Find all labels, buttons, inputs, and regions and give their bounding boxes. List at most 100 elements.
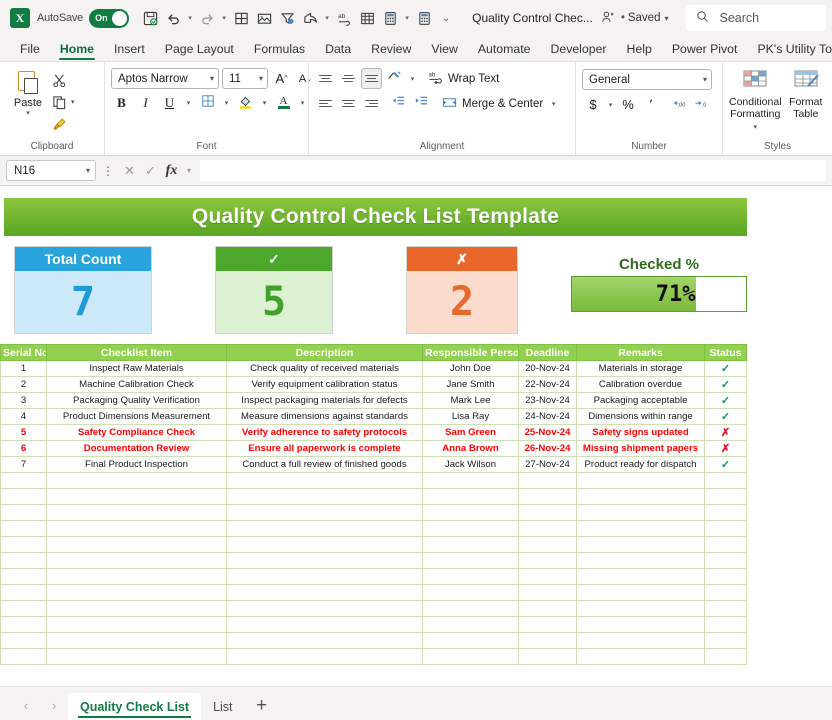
chevron-down-icon[interactable]: ▾ xyxy=(182,160,196,181)
cell-person[interactable]: John Doe xyxy=(422,360,519,377)
name-box[interactable]: N16 ▾ xyxy=(6,160,96,181)
table-empty-row[interactable] xyxy=(0,584,747,601)
table-empty-row[interactable] xyxy=(0,648,747,665)
cell-serial[interactable]: 3 xyxy=(0,392,47,409)
autosave-toggle[interactable]: On xyxy=(89,8,130,28)
cell-empty[interactable] xyxy=(422,584,519,601)
confirm-entry-icon[interactable]: ✓ xyxy=(140,160,161,181)
calculator-icon[interactable] xyxy=(379,6,401,30)
cell-item[interactable]: Machine Calibration Check xyxy=(46,376,227,393)
pivot-table-icon[interactable] xyxy=(356,6,378,30)
tab-help[interactable]: Help xyxy=(617,40,662,61)
align-top-button[interactable] xyxy=(315,68,336,89)
col-responsible-person[interactable]: Responsible Person xyxy=(422,344,519,361)
cell-serial[interactable]: 1 xyxy=(0,360,47,377)
align-right-button[interactable] xyxy=(361,93,382,114)
cell-empty[interactable] xyxy=(0,632,47,649)
cell-empty[interactable] xyxy=(518,536,577,553)
cell-empty[interactable] xyxy=(0,504,47,521)
cell-empty[interactable] xyxy=(422,616,519,633)
cell-empty[interactable] xyxy=(422,568,519,585)
tab-power-pivot[interactable]: Power Pivot xyxy=(662,40,748,61)
cell-deadline[interactable]: 27-Nov-24 xyxy=(518,456,577,473)
cell-empty[interactable] xyxy=(226,632,423,649)
merge-dropdown-icon[interactable]: ▾ xyxy=(548,93,559,114)
cell-description[interactable]: Measure dimensions against standards xyxy=(226,408,423,425)
fill-color-button[interactable] xyxy=(235,92,256,113)
cell-empty[interactable] xyxy=(576,552,705,569)
tab-formulas[interactable]: Formulas xyxy=(244,40,315,61)
calculator-dropdown-icon[interactable]: ▾ xyxy=(402,6,412,30)
paste-button[interactable]: Paste ▾ xyxy=(6,68,50,117)
cancel-entry-icon[interactable]: ✕ xyxy=(119,160,140,181)
cell-description[interactable]: Inspect packaging materials for defects xyxy=(226,392,423,409)
cell-empty[interactable] xyxy=(226,584,423,601)
cell-remarks[interactable]: Product ready for dispatch xyxy=(576,456,705,473)
cell-empty[interactable] xyxy=(704,504,747,521)
document-title[interactable]: Quality Control Chec... xyxy=(472,11,593,25)
cell-empty[interactable] xyxy=(226,600,423,617)
cell-empty[interactable] xyxy=(704,488,747,505)
cell-empty[interactable] xyxy=(46,520,227,537)
cell-description[interactable]: Conduct a full review of finished goods xyxy=(226,456,423,473)
table-row[interactable]: 3 Packaging Quality Verification Inspect p… xyxy=(0,392,747,409)
cell-empty[interactable] xyxy=(46,552,227,569)
share-icon[interactable] xyxy=(299,6,321,30)
cell-empty[interactable] xyxy=(704,648,747,665)
cell-empty[interactable] xyxy=(704,616,747,633)
formula-input[interactable] xyxy=(200,160,826,181)
cell-empty[interactable] xyxy=(422,632,519,649)
cell-empty[interactable] xyxy=(518,520,577,537)
col-deadline[interactable]: Deadline xyxy=(518,344,577,361)
comma-style-button[interactable]: ٬ xyxy=(640,94,662,115)
table-row[interactable]: 1 Inspect Raw Materials Check quality of r… xyxy=(0,360,747,377)
number-format-combo[interactable]: General ▾ xyxy=(582,69,712,90)
cell-empty[interactable] xyxy=(576,488,705,505)
tab-file[interactable]: File xyxy=(10,40,50,61)
cell-empty[interactable] xyxy=(704,584,747,601)
cell-deadline[interactable]: 26-Nov-24 xyxy=(518,440,577,457)
cell-description[interactable]: Ensure all paperwork is complete xyxy=(226,440,423,457)
sheet-tab-list[interactable]: List xyxy=(201,693,244,720)
col-remarks[interactable]: Remarks xyxy=(576,344,705,361)
conditional-formatting-button[interactable]: Conditional Formatting ▾ xyxy=(729,68,782,134)
cell-person[interactable]: Jane Smith xyxy=(422,376,519,393)
cell-empty[interactable] xyxy=(226,616,423,633)
cell-empty[interactable] xyxy=(576,472,705,489)
table-empty-row[interactable] xyxy=(0,552,747,569)
cell-serial[interactable]: 6 xyxy=(0,440,47,457)
wrap-text-button[interactable]: ab Wrap Text xyxy=(428,68,503,89)
cell-empty[interactable] xyxy=(226,472,423,489)
increase-indent-button[interactable] xyxy=(411,93,432,114)
tab-developer[interactable]: Developer xyxy=(540,40,616,61)
cell-empty[interactable] xyxy=(518,472,577,489)
cell-remarks[interactable]: Calibration overdue xyxy=(576,376,705,393)
cell-empty[interactable] xyxy=(422,488,519,505)
cell-empty[interactable] xyxy=(0,648,47,665)
insert-picture-icon[interactable] xyxy=(253,6,275,30)
cell-empty[interactable] xyxy=(0,584,47,601)
save-status[interactable]: • Saved ▾ xyxy=(621,12,669,24)
cell-empty[interactable] xyxy=(226,648,423,665)
insert-function-icon[interactable]: fx xyxy=(161,160,182,181)
underline-button[interactable]: U xyxy=(159,92,180,113)
cell-description[interactable]: Verify adherence to safety protocols xyxy=(226,424,423,441)
cell-empty[interactable] xyxy=(518,648,577,665)
font-size-combo[interactable]: 11 ▾ xyxy=(222,68,268,89)
cell-empty[interactable] xyxy=(0,520,47,537)
cell-empty[interactable] xyxy=(226,488,423,505)
align-middle-button[interactable] xyxy=(338,68,359,89)
cell-empty[interactable] xyxy=(226,552,423,569)
font-color-dropdown-icon[interactable]: ▾ xyxy=(297,92,308,113)
table-row[interactable]: 4 Product Dimensions Measurement Measure d… xyxy=(0,408,747,425)
table-row[interactable]: 5 Safety Compliance Check Verify adherence… xyxy=(0,424,747,441)
status-check-icon[interactable]: ✓ xyxy=(704,408,747,425)
cell-empty[interactable] xyxy=(0,552,47,569)
table-row[interactable]: 2 Machine Calibration Check Verify equipme… xyxy=(0,376,747,393)
sheet-tab-quality-check-list[interactable]: Quality Check List xyxy=(68,693,202,720)
cell-person[interactable]: Lisa Ray xyxy=(422,408,519,425)
cell-item[interactable]: Inspect Raw Materials xyxy=(46,360,227,377)
cell-empty[interactable] xyxy=(0,488,47,505)
cell-serial[interactable]: 4 xyxy=(0,408,47,425)
cell-empty[interactable] xyxy=(0,536,47,553)
